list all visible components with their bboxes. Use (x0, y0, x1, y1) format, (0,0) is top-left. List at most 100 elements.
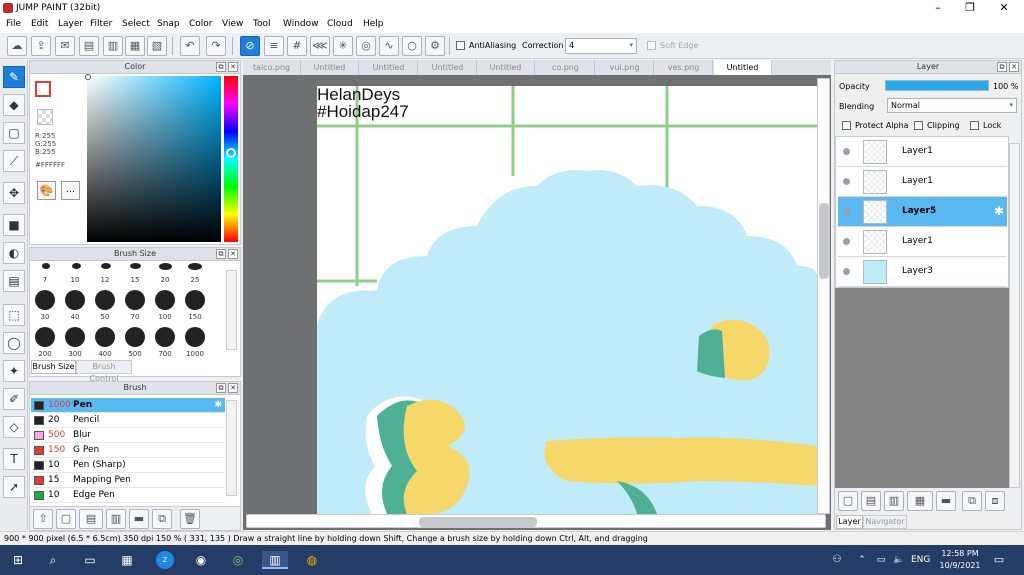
browser-icon[interactable]: ◉ (192, 551, 210, 569)
layer-row[interactable]: Layer1 (838, 227, 1007, 257)
menu-file[interactable]: File (6, 19, 21, 29)
gradient-tool-icon[interactable]: ▤ (3, 270, 25, 292)
brush-size-dot[interactable] (185, 290, 205, 310)
panel-close-icon[interactable]: ✕ (228, 383, 238, 393)
brush-size-dot[interactable] (125, 290, 145, 310)
menu-tool[interactable]: Tool (253, 19, 270, 29)
layer-scrollbar[interactable] (1009, 143, 1020, 488)
brush-size-dot[interactable] (188, 263, 202, 270)
layer-visibility-icon[interactable] (843, 268, 850, 275)
share-icon[interactable]: ⇪ (31, 36, 51, 56)
windows-start-icon[interactable]: ⊞ (9, 551, 27, 569)
move-tool-icon[interactable]: ✥ (3, 182, 25, 204)
layer-visibility-icon[interactable] (843, 178, 850, 185)
panel-float-icon[interactable]: ⧉ (216, 62, 226, 72)
undo-icon[interactable]: ↶ (180, 36, 200, 56)
tab-document[interactable]: taico.png (243, 60, 301, 75)
radial-lines-icon[interactable]: ✳ (333, 36, 353, 56)
grid-pattern-icon[interactable]: # (287, 36, 307, 56)
chrome-icon[interactable]: ◍ (303, 551, 321, 569)
zalo-icon[interactable]: Z (156, 551, 174, 569)
clock[interactable]: 12:58 PM 10/9/2021 (938, 548, 982, 572)
gear-icon[interactable]: ✱ (214, 398, 222, 412)
tab-brush-size[interactable]: Brush Size (31, 360, 76, 374)
brush-item-g-pen[interactable]: 150 G Pen (31, 443, 225, 458)
search-icon[interactable]: ⌕ (44, 551, 62, 569)
brush-item-blur[interactable]: 500 Blur (31, 428, 225, 443)
panel-close-icon[interactable]: ✕ (228, 62, 238, 72)
menu-filter[interactable]: Filter (90, 19, 112, 29)
maximize-button[interactable]: ❐ (953, 0, 987, 17)
brush-list-scrollbar[interactable] (226, 400, 237, 496)
lock-checkbox[interactable] (970, 121, 979, 130)
blending-select[interactable]: Normal ▾ (887, 98, 1017, 113)
correction-select[interactable]: 4 ▾ (565, 38, 637, 54)
new-8bit-layer-icon[interactable]: ▥ (884, 491, 904, 511)
concentric-icon[interactable]: ◎ (356, 36, 376, 56)
new-raster-layer-icon[interactable]: ▤ (861, 491, 881, 511)
brush-item-pencil[interactable]: 20 Pencil (31, 413, 225, 428)
opacity-slider[interactable] (885, 80, 989, 91)
brush-type-icon[interactable]: ▤ (79, 509, 103, 529)
cloud-icon[interactable]: ☁ (7, 36, 27, 56)
curve-icon[interactable]: ∿ (379, 36, 399, 56)
menu-snap[interactable]: Snap (157, 19, 180, 29)
brush-item-edge-pen[interactable]: 10 Edge Pen (31, 488, 225, 503)
notification-icon[interactable]: ▭ (990, 551, 1008, 569)
primary-color-swatch[interactable] (35, 81, 51, 97)
select-eraser-tool-icon[interactable]: ◇ (3, 416, 25, 438)
brush-item-pen-sharp[interactable]: 10 Pen (Sharp) (31, 458, 225, 473)
lasso-tool-icon[interactable]: ◯ (3, 332, 25, 354)
brush-folder-icon[interactable]: ▬ (129, 509, 149, 529)
magic-wand-tool-icon[interactable]: ✦ (3, 360, 25, 382)
circle-icon[interactable]: ○ (402, 36, 422, 56)
antialiasing-checkbox[interactable] (456, 41, 465, 50)
paint-app-icon[interactable]: ▦ (118, 551, 136, 569)
menu-cloud[interactable]: Cloud (327, 19, 353, 29)
layer-row[interactable]: Layer1 (838, 167, 1007, 197)
hue-cursor-icon[interactable] (226, 148, 236, 158)
tab-document[interactable]: ves.png (655, 60, 713, 75)
menu-edit[interactable]: Edit (31, 19, 48, 29)
tab-document[interactable]: Untitled (360, 60, 418, 75)
panel-close-icon[interactable]: ✕ (228, 249, 238, 259)
brush-size-dot[interactable] (155, 290, 175, 310)
tab-brush-control[interactable]: Brush Control (76, 360, 132, 383)
new-layer-icon[interactable]: ▢ (838, 491, 858, 511)
new-brush-icon[interactable]: ▢ (56, 509, 76, 529)
panel-float-icon[interactable]: ⧉ (216, 383, 226, 393)
layer-visibility-icon[interactable] (843, 208, 850, 215)
tab-document[interactable]: Untitled (477, 60, 535, 75)
saturation-value-picker[interactable] (87, 76, 221, 242)
brush-item-mapping-pen[interactable]: 15 Mapping Pen (31, 473, 225, 488)
gear-icon[interactable]: ✱ (994, 204, 1004, 218)
brush-size-dot[interactable] (130, 263, 141, 269)
brush-size-dot[interactable] (159, 263, 172, 270)
delete-brush-icon[interactable]: 🗑 (180, 509, 200, 529)
canvas-horizontal-scrollbar[interactable] (246, 514, 826, 528)
people-icon[interactable]: ⚇ (828, 551, 846, 569)
brush-size-dot[interactable] (72, 263, 81, 269)
settings-list-icon[interactable]: ▧ (147, 36, 167, 56)
gallery-icon[interactable]: ▦ (125, 36, 145, 56)
app-icon-green[interactable]: ◎ (229, 551, 247, 569)
bucket-tool-icon[interactable]: ◐ (3, 242, 25, 264)
hatch-icon[interactable]: ≡ (264, 36, 284, 56)
language-indicator[interactable]: ENG (911, 555, 930, 565)
copy-layer-icon[interactable]: ⧉ (962, 491, 982, 511)
brush-size-scrollbar[interactable] (226, 270, 237, 350)
network-icon[interactable]: ▭ (872, 551, 890, 569)
copy-brush-icon[interactable]: ⧉ (152, 509, 172, 529)
brush-item-pen[interactable]: 1000 Pen ✱ (31, 398, 225, 413)
brush-upload-icon[interactable]: ⇧ (33, 509, 53, 529)
palette-icon[interactable]: 🎨 (37, 181, 56, 200)
page-icon[interactable]: ▥ (103, 36, 123, 56)
brush-size-dot[interactable] (95, 290, 115, 310)
tab-document-active[interactable]: Untitled (714, 60, 772, 75)
pen-tool-icon[interactable]: ✎ (3, 66, 25, 88)
select-rect-tool-icon[interactable]: ⬚ (3, 304, 25, 326)
protect-alpha-checkbox[interactable] (842, 121, 851, 130)
no-pattern-icon[interactable]: ⊘ (240, 36, 260, 56)
layer-row-selected[interactable]: Layer5 ✱ (838, 197, 1007, 227)
eraser-tool-icon[interactable]: ◆ (3, 94, 25, 116)
